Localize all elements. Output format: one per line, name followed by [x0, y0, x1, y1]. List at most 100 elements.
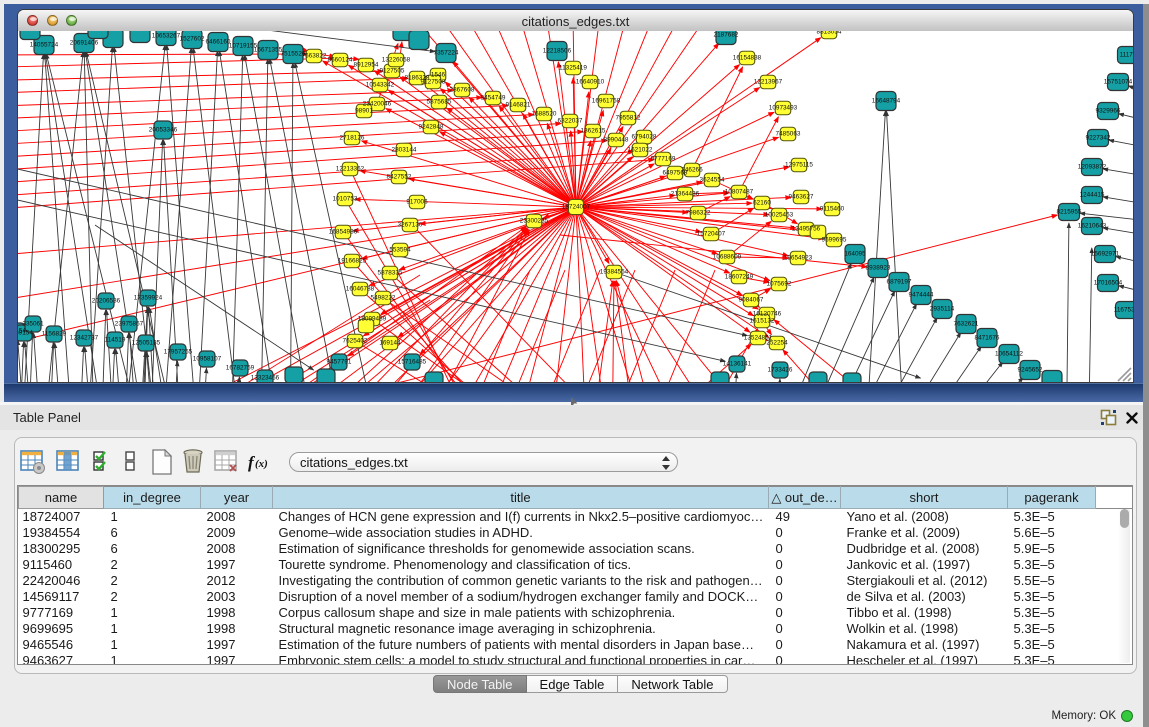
- svg-text:12218506: 12218506: [543, 48, 572, 55]
- svg-text:14136141: 14136141: [723, 361, 752, 368]
- svg-text:8427552: 8427552: [387, 174, 412, 181]
- svg-text:8215955: 8215955: [1057, 209, 1082, 216]
- svg-text:9463627: 9463627: [789, 194, 814, 201]
- svg-text:5498222: 5498222: [371, 295, 396, 302]
- svg-text:10654112: 10654112: [995, 351, 1023, 358]
- svg-text:16120746: 16120746: [753, 311, 782, 318]
- svg-text:16782759: 16782759: [226, 365, 255, 372]
- svg-text:10973493: 10973493: [769, 105, 798, 112]
- svg-text:1615132: 1615132: [750, 318, 775, 325]
- svg-text:23420046: 23420046: [363, 101, 392, 108]
- svg-text:7986322: 7986322: [686, 210, 711, 217]
- svg-text:9127505: 9127505: [380, 68, 405, 75]
- svg-text:1733426: 1733426: [768, 367, 793, 374]
- svg-text:1362615: 1362615: [581, 128, 606, 135]
- svg-text:8938923: 8938923: [866, 265, 891, 272]
- svg-text:15692971: 15692971: [1091, 251, 1120, 258]
- svg-text:16210643: 16210643: [1078, 223, 1107, 230]
- svg-text:553594: 553594: [389, 247, 411, 254]
- svg-text:15751074: 15751074: [1104, 79, 1133, 86]
- svg-text:5875685: 5875685: [427, 99, 452, 106]
- svg-text:12213967: 12213967: [754, 79, 783, 86]
- svg-text:17016504: 17016504: [1094, 280, 1123, 287]
- svg-text:9245652: 9245652: [1018, 367, 1043, 374]
- svg-text:252254: 252254: [766, 340, 788, 347]
- svg-text:3267130: 3267130: [398, 222, 423, 229]
- svg-text:8454749: 8454749: [481, 95, 506, 102]
- svg-text:17359924: 17359924: [134, 295, 163, 302]
- svg-text:9457791: 9457791: [327, 359, 352, 366]
- svg-text:11172: 11172: [1120, 52, 1133, 59]
- svg-text:7663822: 7663822: [302, 53, 327, 60]
- svg-text:9474444: 9474444: [909, 292, 934, 299]
- svg-text:1075692: 1075692: [767, 281, 792, 288]
- svg-text:16640910: 16640910: [576, 79, 605, 86]
- svg-text:9127508: 9127508: [421, 79, 446, 86]
- svg-text:10807487: 10807487: [725, 189, 754, 196]
- svg-text:335061: 335061: [22, 321, 44, 328]
- svg-text:62160: 62160: [753, 200, 771, 207]
- svg-text:9242848: 9242848: [419, 124, 444, 131]
- svg-text:(x): (x): [255, 458, 268, 470]
- svg-text:9329966: 9329966: [1096, 108, 1121, 115]
- svg-text:8912954: 8912954: [354, 62, 379, 69]
- svg-text:5878335: 5878335: [378, 270, 403, 277]
- svg-text:14055724: 14055724: [30, 42, 59, 49]
- svg-text:2718126: 2718126: [340, 135, 365, 142]
- svg-text:39154: 39154: [18, 330, 33, 337]
- svg-text:16648794: 16648794: [872, 98, 901, 105]
- svg-text:2187682: 2187682: [714, 32, 739, 39]
- svg-text:7357224: 7357224: [434, 50, 459, 57]
- svg-text:6879197: 6879197: [887, 279, 912, 286]
- svg-text:19654923: 19654923: [784, 255, 813, 262]
- svg-text:169144: 169144: [379, 340, 401, 347]
- svg-text:19384554: 19384554: [600, 269, 629, 276]
- svg-text:7625402: 7625402: [343, 338, 368, 345]
- svg-text:6794028: 6794028: [632, 134, 657, 141]
- svg-text:17957255: 17957255: [164, 349, 193, 356]
- svg-text:18724007: 18724007: [562, 204, 591, 211]
- svg-text:1244415: 1244415: [1080, 192, 1105, 199]
- svg-text:13495756: 13495756: [792, 226, 821, 233]
- svg-text:20206536: 20206536: [92, 298, 121, 305]
- svg-text:9084067: 9084067: [739, 297, 764, 304]
- svg-text:12093872: 12093872: [1078, 164, 1107, 171]
- svg-text:9146821: 9146821: [506, 102, 531, 109]
- svg-text:2935114: 2935114: [930, 306, 955, 313]
- svg-text:16671355: 16671355: [254, 47, 283, 54]
- svg-text:1621022: 1621022: [628, 147, 653, 154]
- svg-text:12342737: 12342737: [70, 335, 99, 342]
- svg-text:10653267: 10653267: [152, 33, 181, 40]
- svg-text:15720407: 15720407: [697, 231, 726, 238]
- svg-text:16854986: 16854986: [329, 229, 358, 236]
- svg-text:114519: 114519: [105, 337, 126, 344]
- svg-text:12213362: 12213362: [336, 166, 365, 173]
- svg-text:2867608: 2867608: [450, 87, 475, 94]
- svg-text:20053346: 20053346: [149, 127, 178, 134]
- svg-text:6322037: 6322037: [558, 118, 583, 125]
- svg-text:7485063: 7485063: [776, 131, 801, 138]
- svg-text:6466160: 6466160: [206, 39, 231, 46]
- svg-text:16046788: 16046788: [346, 286, 375, 293]
- svg-text:98901: 98901: [355, 108, 373, 115]
- svg-text:12323466: 12323466: [251, 375, 280, 382]
- svg-text:10688609: 10688609: [713, 254, 742, 261]
- svg-text:15716485: 15716485: [398, 359, 427, 366]
- svg-text:10543342: 10543342: [366, 82, 395, 89]
- svg-text:8660124: 8660124: [328, 57, 353, 64]
- svg-text:8471676: 8471676: [975, 335, 1000, 342]
- svg-text:7955812: 7955812: [616, 115, 641, 122]
- svg-text:10958107: 10958107: [193, 356, 222, 363]
- svg-text:3624554: 3624554: [700, 177, 725, 184]
- svg-text:746266: 746266: [681, 167, 703, 174]
- svg-text:164095: 164095: [844, 251, 866, 258]
- svg-text:18607249: 18607249: [725, 274, 754, 281]
- svg-text:7632621: 7632621: [954, 321, 979, 328]
- svg-text:9227342: 9227342: [1086, 135, 1111, 142]
- svg-text:20691406: 20691406: [70, 40, 99, 47]
- svg-text:9699695: 9699695: [822, 237, 847, 244]
- svg-text:19166825: 19166825: [338, 258, 367, 265]
- svg-text:1588520: 1588520: [532, 111, 557, 118]
- svg-text:917006: 917006: [406, 199, 428, 206]
- svg-text:23300235: 23300235: [520, 218, 549, 225]
